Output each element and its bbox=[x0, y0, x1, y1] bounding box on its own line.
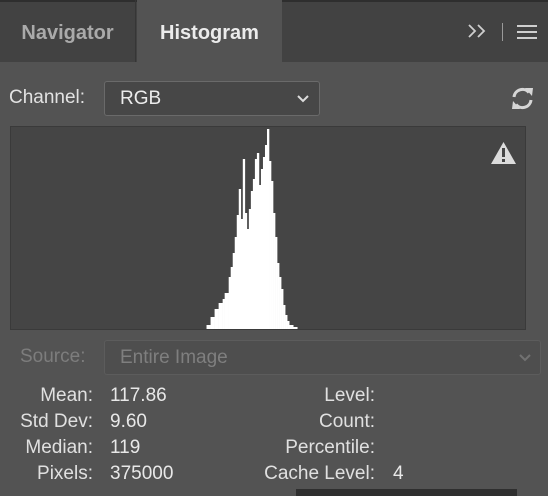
chevron-down-icon bbox=[297, 95, 309, 103]
std-dev-label: Std Dev: bbox=[20, 411, 93, 432]
histogram-bar bbox=[218, 303, 223, 329]
histogram-bar bbox=[230, 267, 234, 329]
histogram-display bbox=[10, 126, 526, 330]
histogram-bar bbox=[210, 317, 215, 329]
histogram-bar bbox=[279, 277, 282, 329]
panel-tab-bar: Navigator Histogram bbox=[0, 0, 548, 63]
histogram-bar bbox=[236, 215, 240, 329]
histogram-bar bbox=[254, 159, 258, 329]
tab-navigator[interactable]: Navigator bbox=[0, 0, 136, 62]
cache-level-label: Cache Level: bbox=[264, 463, 375, 484]
histogram-bar bbox=[269, 161, 272, 329]
histogram-bar bbox=[275, 237, 278, 329]
histogram-bar bbox=[214, 309, 219, 329]
histogram-bar bbox=[289, 325, 294, 329]
histogram-bar bbox=[206, 325, 211, 329]
histogram-bar bbox=[277, 263, 280, 329]
histogram-bar bbox=[222, 299, 225, 329]
histogram-bar bbox=[224, 293, 229, 329]
source-select: Entire Image bbox=[104, 340, 541, 375]
refresh-icon[interactable] bbox=[509, 85, 536, 112]
histogram-bar bbox=[260, 169, 264, 329]
histogram-bar bbox=[228, 277, 232, 329]
level-label: Level: bbox=[324, 385, 375, 406]
mean-label: Mean: bbox=[40, 385, 93, 406]
histogram-bar bbox=[293, 327, 298, 329]
hamburger-menu-icon[interactable] bbox=[516, 24, 538, 40]
histogram-bar bbox=[271, 181, 274, 329]
histogram-chart bbox=[206, 129, 298, 329]
cache-level-value: 4 bbox=[393, 463, 404, 484]
histogram-bar bbox=[244, 213, 248, 329]
std-dev-value: 9.60 bbox=[110, 411, 147, 432]
histogram-bar bbox=[258, 185, 262, 329]
histogram-bar bbox=[287, 321, 290, 329]
warning-icon[interactable] bbox=[490, 141, 517, 165]
tab-histogram[interactable]: Histogram bbox=[137, 0, 282, 63]
source-select-value: Entire Image bbox=[120, 347, 228, 368]
median-value: 119 bbox=[110, 437, 141, 458]
histogram-panel: Navigator Histogram Channel: RGB Source:… bbox=[0, 0, 548, 496]
median-label: Median: bbox=[25, 437, 93, 458]
histogram-bar bbox=[250, 191, 254, 329]
source-label: Source: bbox=[20, 346, 86, 367]
histogram-bar bbox=[240, 219, 244, 329]
histogram-bar bbox=[285, 315, 288, 329]
panel-bottom-edge bbox=[296, 489, 517, 496]
histogram-bar bbox=[252, 179, 256, 329]
pixels-label: Pixels: bbox=[37, 463, 93, 484]
histogram-bar bbox=[283, 305, 286, 329]
chevron-down-icon bbox=[519, 354, 531, 362]
histogram-bar bbox=[234, 237, 238, 329]
histogram-bar bbox=[246, 229, 250, 329]
count-label: Count: bbox=[319, 411, 375, 432]
pixels-value: 375000 bbox=[110, 463, 174, 484]
tab-bar-divider bbox=[502, 23, 503, 41]
histogram-bar bbox=[266, 129, 270, 329]
channel-select-value: RGB bbox=[120, 88, 162, 109]
histogram-bar bbox=[248, 209, 252, 329]
double-chevron-right-icon[interactable] bbox=[466, 21, 488, 41]
percentile-label: Percentile: bbox=[285, 437, 375, 458]
histogram-bar bbox=[273, 213, 276, 329]
histogram-bar bbox=[232, 253, 236, 329]
channel-label: Channel: bbox=[9, 87, 86, 108]
histogram-bar bbox=[242, 159, 246, 329]
histogram-bar bbox=[256, 153, 260, 329]
histogram-bar bbox=[238, 189, 242, 329]
channel-select[interactable]: RGB bbox=[104, 81, 320, 116]
histogram-bar bbox=[262, 157, 266, 329]
mean-value: 117.86 bbox=[110, 385, 167, 406]
histogram-bar bbox=[281, 289, 284, 329]
histogram-bar bbox=[264, 145, 268, 329]
